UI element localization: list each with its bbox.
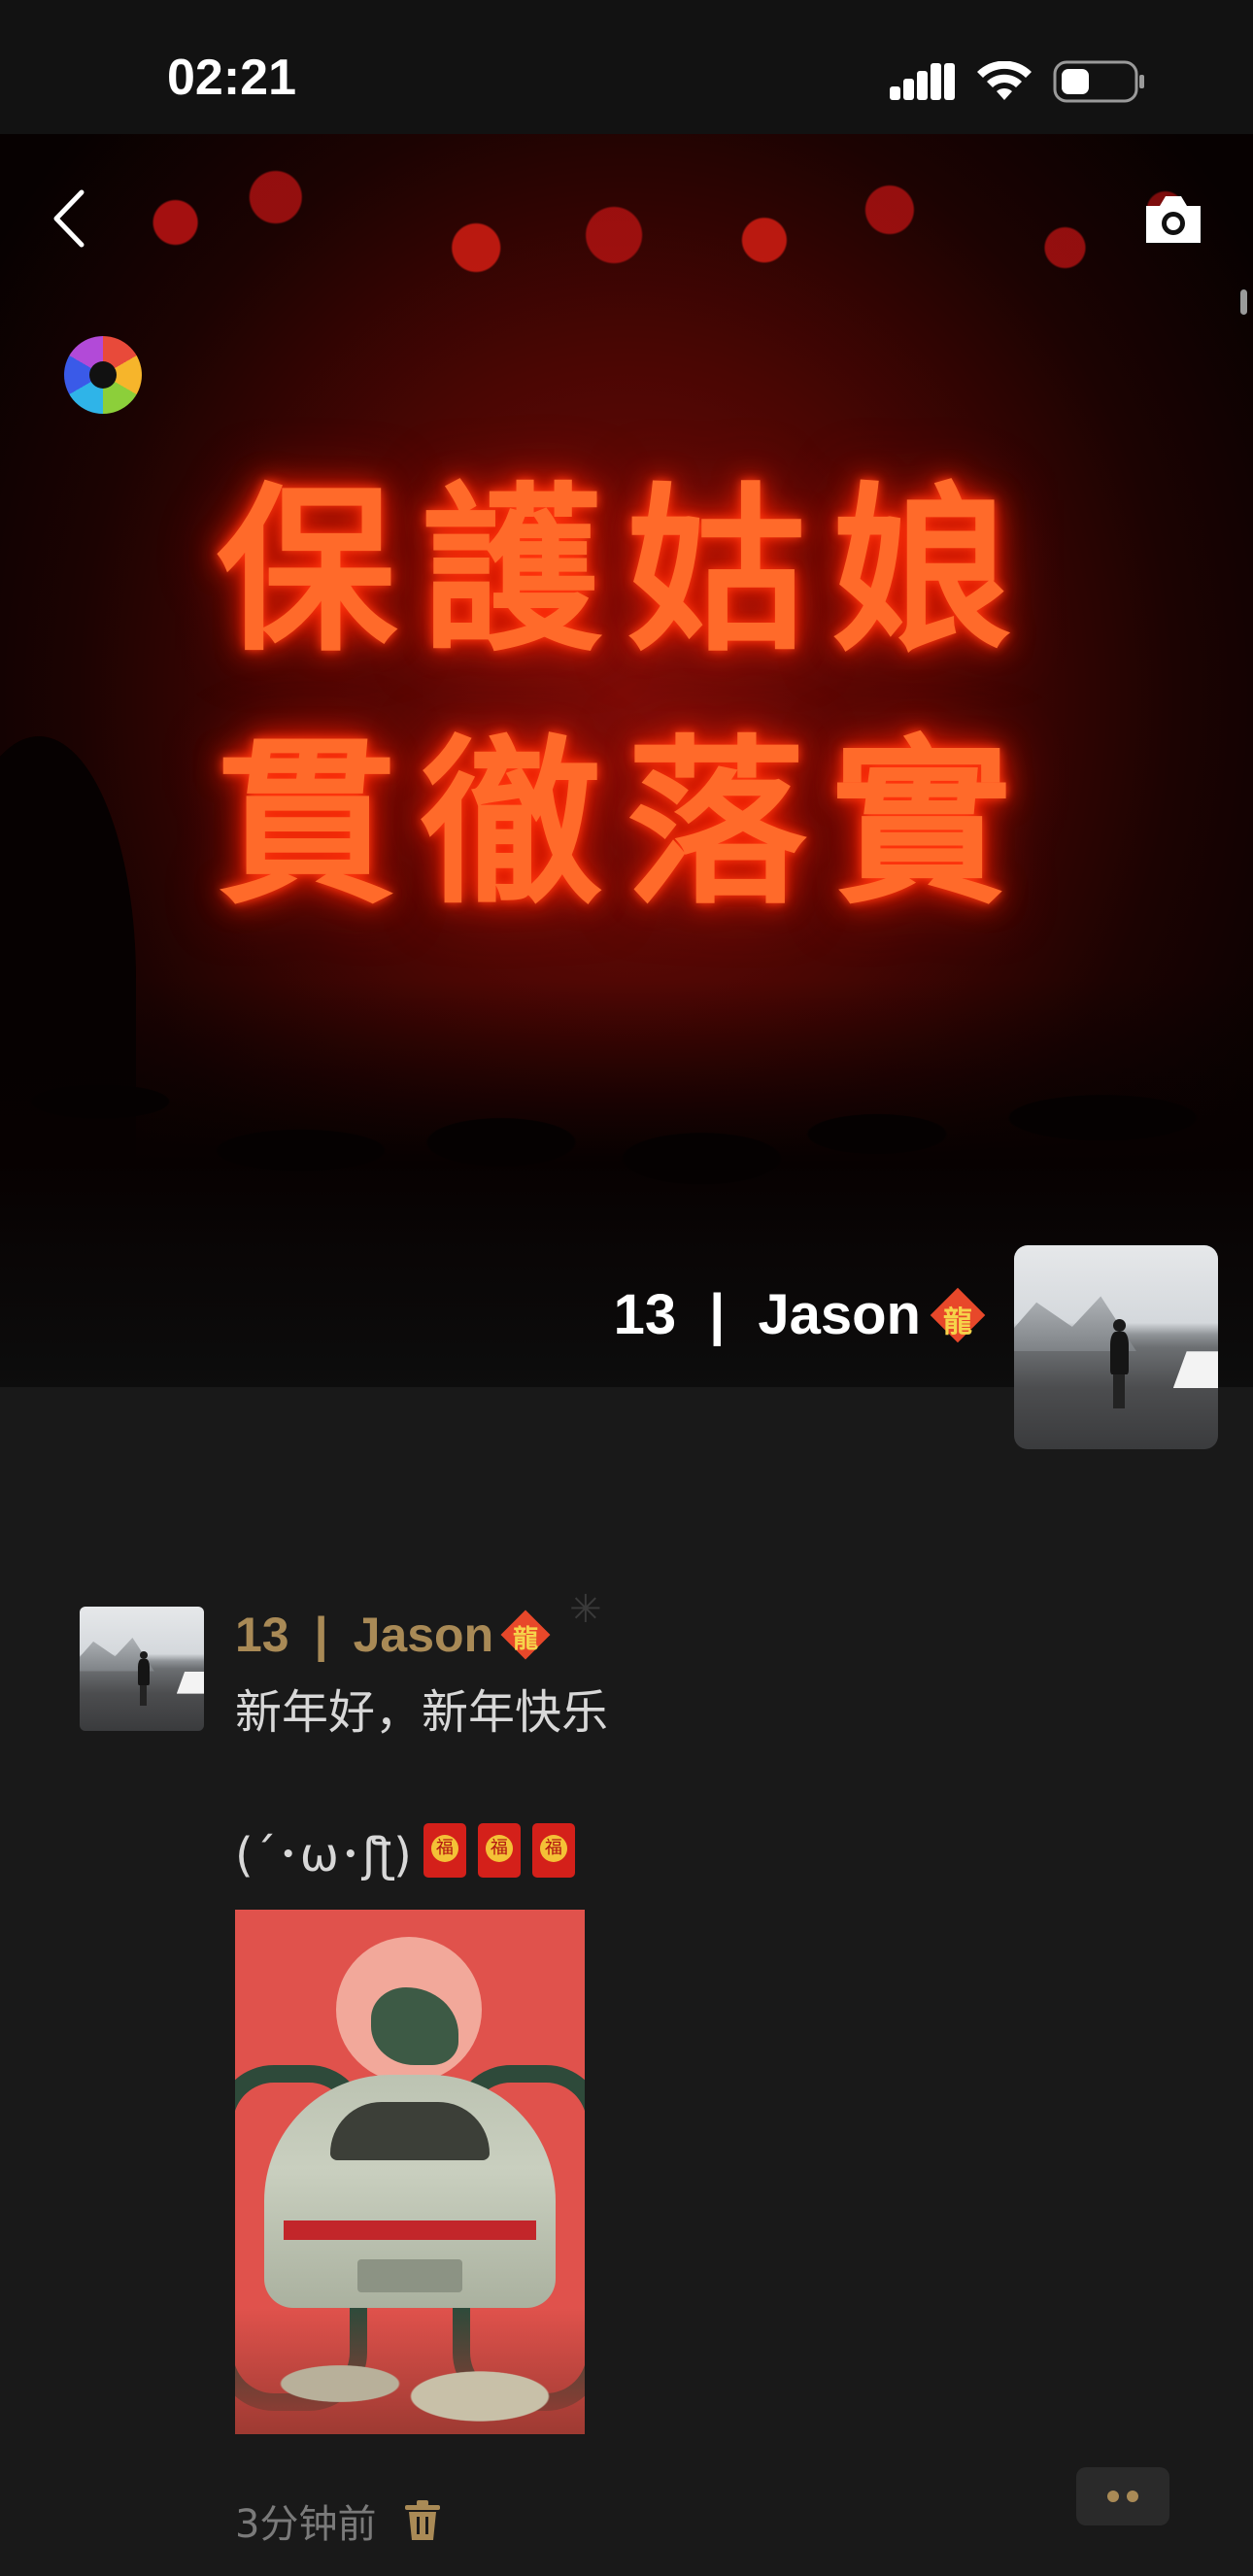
avatar-photo [1014, 1245, 1218, 1449]
red-envelope-icon [423, 1823, 466, 1878]
cover-photo[interactable]: 保護姑娘 貫徹落實 [0, 134, 1253, 1387]
more-dot [1127, 2491, 1138, 2502]
cover-badge-text: 龍 [943, 1305, 972, 1339]
status-bar: 02:21 [0, 0, 1253, 134]
post-separator: | [314, 1608, 328, 1662]
scroll-indicator[interactable] [1240, 289, 1247, 315]
cover-name-text: Jason [758, 1283, 921, 1346]
post-avatar[interactable] [80, 1607, 204, 1731]
back-chevron-icon[interactable] [43, 185, 101, 253]
profile-avatar[interactable] [1014, 1245, 1218, 1449]
more-dots-icon[interactable] [1076, 2467, 1169, 2525]
cellular-signal-icon [890, 63, 955, 100]
neon-sign-line-2: 貫徹落實 [217, 717, 1036, 929]
cover-count: 13 [613, 1283, 677, 1346]
aperture-icon[interactable] [64, 336, 142, 414]
battery-icon [1053, 60, 1144, 103]
post-count: 13 [235, 1608, 289, 1662]
post-name-text: Jason [353, 1608, 494, 1662]
wifi-icon [977, 61, 1032, 100]
status-time: 02:21 [167, 50, 296, 106]
dragon-badge-icon: 龍 [500, 1610, 551, 1660]
red-envelope-icon [531, 1823, 575, 1878]
post-badge-text: 龍 [513, 1625, 539, 1654]
post-avatar-photo [80, 1607, 204, 1731]
post-text: 新年好，新年快乐 [235, 1685, 609, 1740]
status-icons [890, 60, 1146, 103]
post-timestamp: 3分钟前 [235, 2502, 377, 2547]
neon-sign-line-1: 保護姑娘 [217, 464, 1036, 676]
post-image[interactable] [235, 1910, 585, 2434]
cover-separator: | [709, 1283, 726, 1346]
sparkle-icon: ✳ [569, 1587, 602, 1632]
cover-username[interactable]: 13 | Jason 龍 [613, 1282, 986, 1347]
stage-lights [0, 134, 1253, 387]
moments-page: 02:21 保護姑娘 貫徹落實 13 | Jason 龍 13 | Jason … [0, 0, 1253, 2576]
dragon-badge-icon: 龍 [930, 1287, 986, 1342]
emoji-row: (´･ω･ʃƪ) [235, 1816, 575, 1884]
red-envelope-icon [477, 1823, 521, 1878]
trash-icon[interactable] [403, 2499, 442, 2542]
post-username[interactable]: 13 | Jason 龍 [235, 1607, 551, 1663]
camera-icon[interactable] [1142, 192, 1204, 247]
more-dot [1107, 2491, 1119, 2502]
kaomoji: (´･ω･ʃƪ) [235, 1828, 412, 1882]
post-footer: 3分钟前 [235, 2492, 442, 2549]
